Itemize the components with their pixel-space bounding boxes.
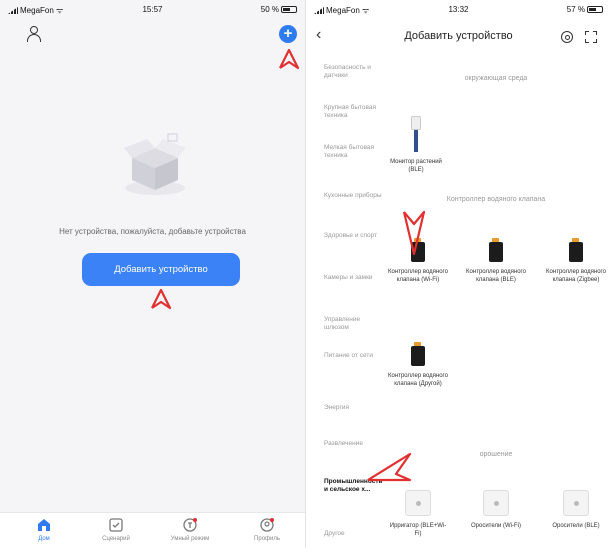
device-irrigator[interactable]: Ирригатор (BLE+Wi-Fi) — [388, 490, 448, 538]
sprinkler-icon — [563, 490, 589, 516]
sprinkler-icon — [483, 490, 509, 516]
add-device-screen: MegaFon ᯤ 13:32 57 % ‹ Добавить устройст… — [306, 0, 611, 548]
irrigator-icon — [405, 490, 431, 516]
arrow-marker-icon — [151, 288, 172, 310]
battery-icon — [281, 6, 297, 13]
category-item[interactable]: Кухонные приборы — [324, 192, 384, 200]
smart-mode-icon — [183, 518, 197, 532]
category-item[interactable]: Крупная бытовая техника — [324, 104, 384, 120]
battery-icon — [587, 6, 603, 13]
checkbox-icon — [109, 518, 123, 532]
section-title: окружающая среда — [464, 75, 528, 82]
water-valve-icon — [487, 238, 505, 262]
section-title: орошение — [479, 451, 513, 458]
clock: 13:32 — [448, 5, 469, 14]
arrow-marker-icon — [279, 48, 300, 70]
arrow-marker-icon — [402, 210, 426, 256]
device-valve-zigbee[interactable]: Контроллер водяного клапана (Zigbee) — [546, 238, 606, 284]
device-valve-other[interactable]: Контроллер водяного клапана (Другой) — [388, 342, 448, 388]
category-item[interactable]: Развлечение — [324, 440, 384, 448]
category-item[interactable]: Камеры и замки — [324, 274, 384, 282]
device-sprinkler-ble[interactable]: Оросители (BLE) — [546, 490, 606, 530]
category-item[interactable]: Питание от сети — [324, 352, 384, 360]
tab-smart-mode[interactable]: Умный режим — [160, 517, 220, 542]
water-valve-icon — [409, 342, 427, 366]
profile-icon — [260, 518, 274, 532]
bottom-tab-bar: Дом Сценарий Умный режим Профиль — [0, 512, 305, 548]
battery-indicator: 50 % — [261, 5, 297, 14]
tab-home[interactable]: Дом — [14, 517, 74, 542]
empty-state-text: Нет устройства, пожалуйста, добавьте уст… — [59, 227, 246, 236]
qr-scan-icon[interactable] — [585, 31, 597, 43]
category-item[interactable]: Энергия — [324, 404, 384, 412]
empty-box-icon — [124, 133, 186, 195]
clock: 15:57 — [142, 5, 163, 14]
category-item[interactable]: Другое — [324, 530, 384, 538]
tab-scenario[interactable]: Сценарий — [86, 517, 146, 542]
device-valve-ble[interactable]: Контроллер водяного клапана (BLE) — [466, 238, 526, 284]
user-icon[interactable] — [27, 26, 41, 42]
status-bar: MegaFon ᯤ 13:32 57 % — [306, 0, 611, 18]
category-item[interactable]: Мелкая бытовая техника — [324, 144, 384, 160]
add-device-button[interactable]: Добавить устройство — [82, 253, 240, 286]
home-screen: MegaFon ᯤ 15:57 50 % + Нет устройства, п… — [0, 0, 306, 548]
section-title: Контроллер водяного клапана — [446, 196, 546, 203]
status-bar: MegaFon ᯤ 15:57 50 % — [0, 0, 305, 18]
battery-indicator: 57 % — [567, 5, 603, 14]
auto-scan-icon[interactable] — [561, 31, 573, 43]
home-icon — [38, 519, 50, 531]
category-item[interactable]: Безопасность и датчики — [324, 64, 384, 80]
tab-profile[interactable]: Профиль — [237, 517, 297, 542]
water-valve-icon — [567, 238, 585, 262]
category-item[interactable]: Управление шлюзом — [324, 316, 384, 332]
category-item[interactable]: Здоровье и спорт — [324, 232, 384, 240]
device-plant-monitor[interactable]: Монитор растений (BLE) — [386, 116, 446, 174]
device-sprinkler-wifi[interactable]: Оросители (Wi-Fi) — [466, 490, 526, 530]
arrow-marker-icon — [367, 452, 412, 482]
plant-monitor-icon — [411, 116, 421, 152]
add-device-plus-button[interactable]: + — [279, 25, 297, 43]
